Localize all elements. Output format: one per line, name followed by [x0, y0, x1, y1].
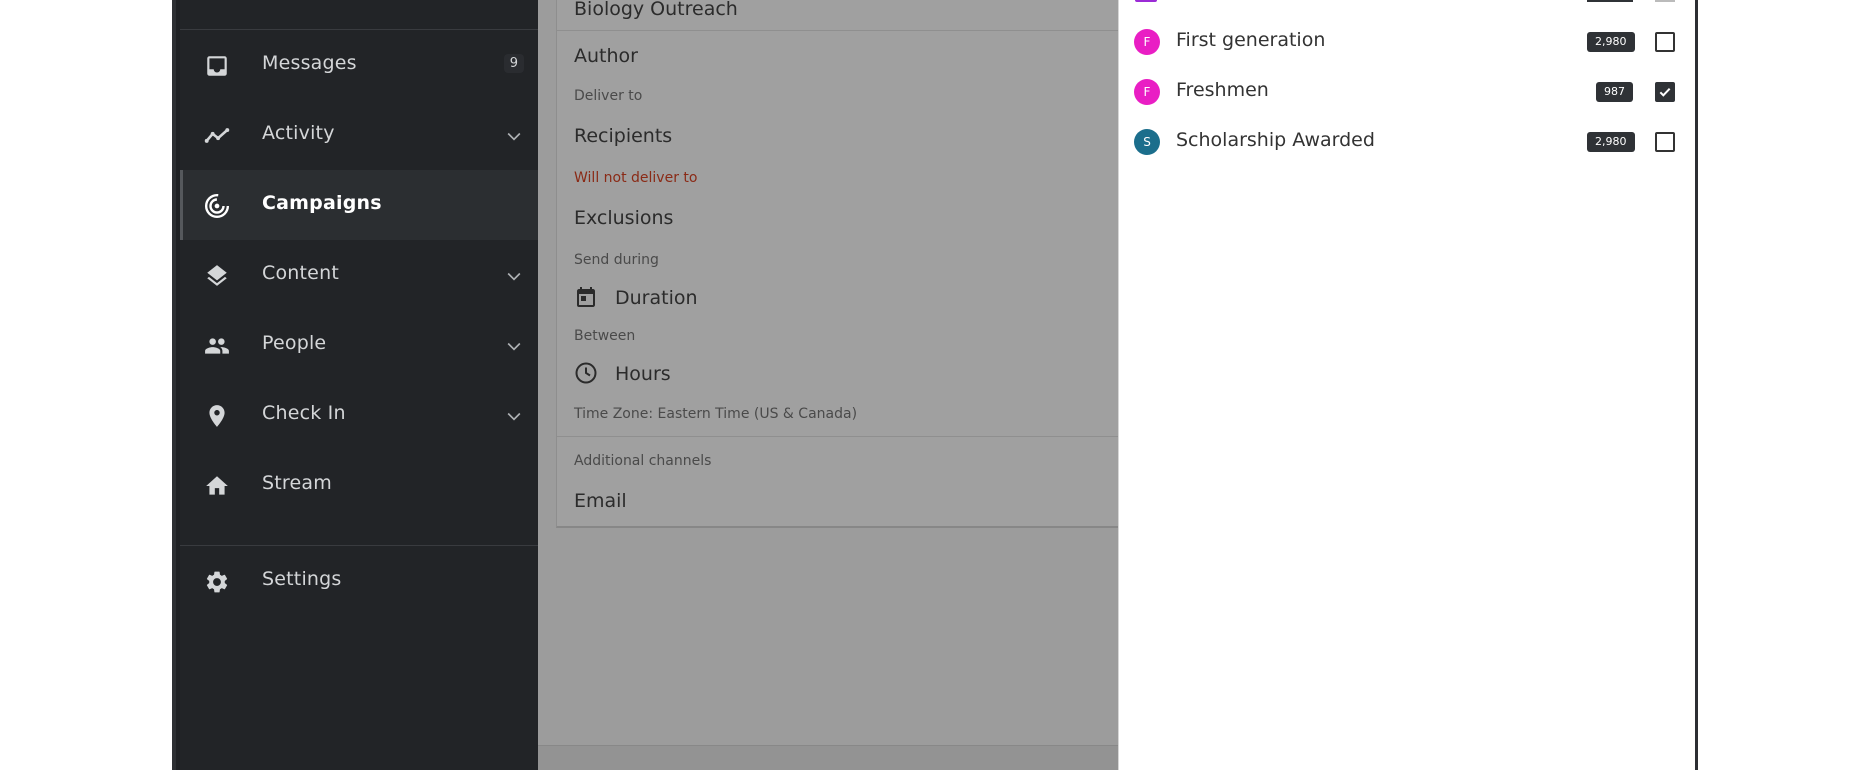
campaign-name: Biology Outreach: [574, 0, 738, 20]
sidebar-item-label: Activity: [262, 122, 335, 144]
segment-row[interactable]: S Scholarship Awarded 2,980: [1119, 116, 1695, 166]
sidebar-item-label: Messages: [262, 52, 357, 74]
activity-chart-icon: [204, 128, 230, 143]
sidebar-item-messages[interactable]: Messages 9: [180, 30, 538, 100]
campaign-detail-area: Biology Outreach Author Deliver to Recip…: [538, 0, 1119, 770]
segment-checkbox[interactable]: [1655, 82, 1675, 102]
chevron-down-icon: [507, 412, 521, 421]
email-channel-value[interactable]: Email: [574, 490, 627, 512]
sidebar-item-label: Check In: [262, 402, 346, 424]
author-value[interactable]: Author: [574, 45, 638, 67]
deliver-to-label: Deliver to: [574, 88, 643, 104]
sidebar-item-content[interactable]: Content: [180, 240, 538, 310]
segment-row[interactable]: F First generation 2,980: [1119, 16, 1695, 66]
segment-label: First generation: [1176, 29, 1326, 51]
segment-row[interactable]: F Freshmen 987: [1119, 66, 1695, 116]
duration-value[interactable]: Duration: [615, 287, 698, 309]
sidebar-item-people[interactable]: People: [180, 310, 538, 380]
will-not-deliver-label: Will not deliver to: [574, 170, 698, 186]
send-during-label: Send during: [574, 252, 659, 268]
campaign-target-icon: [204, 193, 230, 219]
app-frame: Messages 9 Activity Campaigns Content Pe…: [172, 0, 1698, 770]
sidebar-item-campaigns[interactable]: Campaigns: [180, 170, 538, 240]
layers-icon: [207, 265, 227, 286]
sidebar-item-activity[interactable]: Activity: [180, 100, 538, 170]
segment-label: Scholarship Awarded: [1176, 129, 1375, 151]
messages-count-badge: 9: [503, 54, 524, 73]
chevron-down-icon: [507, 272, 521, 281]
card-divider: [557, 436, 1119, 437]
count-badge-partial: [1587, 0, 1633, 2]
checkbox-partial[interactable]: [1655, 0, 1675, 2]
avatar-partial: [1135, 0, 1157, 2]
segment-label: Freshmen: [1176, 79, 1269, 101]
people-icon: [205, 338, 229, 354]
sidebar-item-label: Content: [262, 262, 339, 284]
sidebar-item-check-in[interactable]: Check In: [180, 380, 538, 450]
timezone-text: Time Zone: Eastern Time (US & Canada): [574, 406, 858, 422]
segment-selector-panel: F First generation 2,980 F Freshmen 987 …: [1118, 0, 1695, 770]
chevron-down-icon: [507, 132, 521, 141]
sidebar: Messages 9 Activity Campaigns Content Pe…: [180, 0, 538, 770]
recipients-value[interactable]: Recipients: [574, 125, 672, 147]
exclusions-value[interactable]: Exclusions: [574, 207, 673, 229]
checkmark-icon: [1659, 87, 1671, 97]
segment-avatar: F: [1134, 79, 1160, 105]
segment-avatar: F: [1134, 29, 1160, 55]
sidebar-item-settings[interactable]: Settings: [180, 546, 538, 616]
segment-checkbox[interactable]: [1655, 132, 1675, 152]
campaign-summary-card: Biology Outreach Author Deliver to Recip…: [556, 0, 1119, 528]
calendar-icon: [577, 287, 595, 307]
segment-count-badge: 987: [1596, 82, 1633, 102]
footer-bar: [538, 745, 1118, 770]
sidebar-item-label: Campaigns: [262, 192, 382, 214]
sidebar-item-stream[interactable]: Stream: [180, 450, 538, 520]
sidebar-item-label: People: [262, 332, 327, 354]
card-divider: [557, 30, 1119, 31]
hours-value[interactable]: Hours: [615, 363, 671, 385]
location-pin-icon: [209, 405, 225, 427]
additional-channels-label: Additional channels: [574, 453, 712, 469]
segment-count-badge: 2,980: [1587, 32, 1635, 52]
inbox-icon: [207, 56, 227, 76]
sidebar-item-label: Stream: [262, 472, 332, 494]
between-label: Between: [574, 328, 636, 344]
chevron-down-icon: [507, 342, 521, 351]
segment-avatar: S: [1134, 129, 1160, 155]
segment-count-badge: 2,980: [1587, 132, 1635, 152]
segment-checkbox[interactable]: [1655, 32, 1675, 52]
clock-icon: [575, 362, 597, 384]
gear-icon: [206, 571, 228, 593]
sidebar-item-label: Settings: [262, 568, 342, 590]
home-icon: [206, 476, 228, 495]
